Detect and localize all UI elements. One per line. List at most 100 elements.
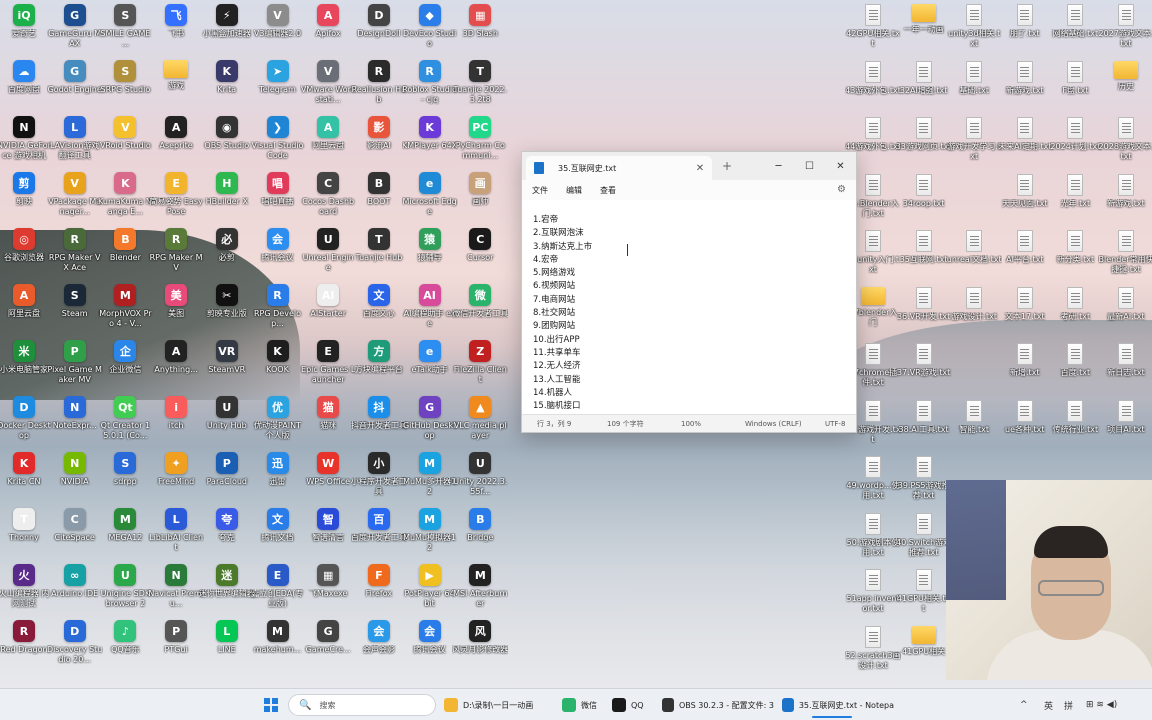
desktop-icon[interactable]: 风风灵月影修改器 xyxy=(452,620,508,676)
desktop-icon[interactable]: 迅迅雷 xyxy=(252,452,304,508)
desktop-icon[interactable]: 会会声会影 xyxy=(353,620,405,676)
menu-view[interactable]: 查看 xyxy=(600,185,616,196)
desktop-icon[interactable]: C Cocos Dashboard xyxy=(302,172,354,228)
desktop-folder[interactable]: 一年一动画 xyxy=(898,4,950,60)
desktop-text-file[interactable]: 未来AI定期.txt xyxy=(998,117,1051,173)
desktop-text-file[interactable]: 39.PS5游戏推荐.txt xyxy=(898,456,950,512)
desktop-icon[interactable]: N NoteExpr... xyxy=(49,396,101,452)
desktop-icon[interactable]: 唱唱吧直播 xyxy=(252,172,304,228)
tab-close-icon[interactable]: ✕ xyxy=(692,163,708,174)
desktop-icon[interactable]: M MSI Afterburner xyxy=(453,564,508,620)
desktop-text-file[interactable]: 考研.txt xyxy=(1049,286,1101,343)
desktop-text-file[interactable]: ue各种.txt xyxy=(999,399,1051,456)
desktop-text-file[interactable]: 最新AI.txt xyxy=(1100,286,1152,343)
desktop-text-file[interactable]: 朋了.txt xyxy=(999,4,1051,60)
tray-ime-english[interactable]: 英 xyxy=(1044,689,1053,720)
tab-document[interactable]: 35.互联网史.txt ✕ xyxy=(526,156,712,180)
start-button-windows-icon[interactable] xyxy=(264,698,278,712)
desktop-text-file[interactable]: 35互联网.txt xyxy=(898,230,950,286)
desktop-text-file[interactable]: 基础.txt xyxy=(948,60,1000,117)
desktop-text-file[interactable]: 光年.txt xyxy=(1049,173,1101,230)
desktop-icon[interactable]: K Krita xyxy=(201,60,253,116)
desktop-icon[interactable]: i itch xyxy=(150,396,202,452)
desktop-icon[interactable]: 会腾讯会议 xyxy=(252,228,304,284)
desktop-text-file[interactable]: 36.VR开发.txt xyxy=(897,286,950,343)
desktop-icon[interactable]: T Tuanjie Hub xyxy=(353,228,405,284)
desktop-icon[interactable]: D Discovery Studio 20... xyxy=(47,620,102,676)
desktop-icon[interactable]: 迷迷你世界编辑器 xyxy=(199,564,255,620)
notepad-window[interactable]: 35.互联网史.txt ✕ + ─ ☐ ✕ 文件 编辑 查看 ⚙ 1.宕帝 2.互… xyxy=(521,151,857,433)
desktop-text-file[interactable]: 新游戏.txt xyxy=(1100,173,1152,230)
desktop-text-file[interactable]: 37.VR游戏.txt xyxy=(897,343,950,399)
desktop-text-file[interactable]: 49.wordp...使用.txt xyxy=(846,456,900,512)
taskbar-app-button[interactable]: QQ xyxy=(612,689,658,720)
desktop-icon[interactable]: 优优动漫PAINT 个人版 xyxy=(252,396,304,452)
desktop-icon[interactable]: ✦ FreeMind xyxy=(150,452,202,508)
desktop-text-file[interactable]: 新增.txt xyxy=(999,343,1051,399)
desktop-icon[interactable]: 文腾讯文档 xyxy=(252,508,304,564)
desktop-icon[interactable]: 火火山编程器 内网测试 xyxy=(0,564,50,620)
desktop-icon[interactable]: AI AIStarter xyxy=(302,284,354,340)
desktop-text-file[interactable]: 游戏开发学习.txt xyxy=(947,117,1001,173)
desktop-text-file[interactable]: 新日志.txt xyxy=(1100,343,1152,399)
minimize-button[interactable]: ─ xyxy=(763,152,794,180)
desktop-icon[interactable]: 微微信开发者工具 xyxy=(452,284,508,340)
desktop-text-file[interactable]: unity3d相关.txt xyxy=(948,4,1000,60)
desktop-icon[interactable]: ✂ 剪映专业版 xyxy=(201,284,253,340)
desktop-icon[interactable]: ▦ 3D Slash xyxy=(454,4,506,60)
desktop-text-file[interactable]: 42GPU相关.txt xyxy=(846,4,900,60)
desktop-icon[interactable]: ▦ 飞Maxexe xyxy=(302,564,354,620)
desktop-icon[interactable]: P ParaCloud xyxy=(201,452,253,508)
taskbar-search-input[interactable]: 🔍 搜索 xyxy=(288,694,436,716)
desktop-icon[interactable]: T Thonny xyxy=(0,508,50,564)
desktop-text-file[interactable]: 智能.txt xyxy=(948,399,1000,456)
desktop-text-file[interactable]: 41GPU相关.txt xyxy=(897,569,950,625)
desktop-icon[interactable]: 会腾讯会议 xyxy=(404,620,456,676)
desktop-icon[interactable]: ☁ 百度网盘 xyxy=(0,60,50,116)
desktop-icon[interactable]: Z FileZilla Client xyxy=(454,340,507,396)
desktop-icon[interactable]: ➤ Telegram xyxy=(252,60,304,116)
desktop-text-file[interactable]: 新分类.txt xyxy=(1049,230,1101,286)
desktop-text-file[interactable]: 百度.txt xyxy=(1049,343,1101,399)
status-encoding[interactable]: UTF-8 xyxy=(825,420,845,428)
desktop-icon[interactable]: ◆ DevEco Studio xyxy=(403,4,456,60)
desktop-icon[interactable]: R Red Dragon xyxy=(0,620,50,676)
desktop-icon[interactable]: N Navicat Premiu... xyxy=(148,564,204,620)
desktop-icon[interactable]: 抖抖音开发者工具 xyxy=(351,396,407,452)
desktop-icon[interactable]: M MorphVOX Pro 4 - V... xyxy=(99,284,152,340)
desktop-icon[interactable]: C Cursor xyxy=(454,228,506,284)
status-line-ending[interactable]: Windows (CRLF) xyxy=(745,420,825,428)
desktop-icon[interactable]: 飞飞书 xyxy=(150,4,202,60)
desktop-icon[interactable]: 必必剪 xyxy=(201,228,253,284)
desktop-icon[interactable]: L LAVision游戏翻译工具 xyxy=(49,116,101,172)
desktop-icon[interactable]: P PTGui xyxy=(150,620,202,676)
desktop-text-file[interactable]: 34roop.txt xyxy=(898,173,950,230)
desktop-icon[interactable]: 米小米电脑管家 xyxy=(0,340,50,396)
desktop-icon[interactable]: ⚡ 小黑盒加速器 xyxy=(201,4,253,60)
desktop-icon[interactable]: 方方块编程平台 xyxy=(353,340,405,396)
desktop-icon[interactable]: ◎ 谷歌浏览器 xyxy=(0,228,50,284)
desktop-icon[interactable]: 小小程序开发者工具 xyxy=(351,452,407,508)
text-editor-area[interactable]: 1.宕帝 2.互联网泡沫 3.纳斯达克上市 4.宏帝 5.网络游戏 6.视频网站 7.电商网… xyxy=(522,200,856,414)
desktop-text-file[interactable]: 2028游戏文本.txt xyxy=(1099,117,1152,173)
desktop-icon[interactable]: T Tuanjie 2022.3.2t8 xyxy=(454,60,507,116)
tray-overflow-chevron[interactable]: ^ xyxy=(1020,689,1028,720)
desktop-text-file[interactable]: 天天见面.txt xyxy=(999,173,1051,230)
desktop-icon[interactable]: K Krita CN xyxy=(0,452,50,508)
desktop-icon[interactable]: R RPG Maker VX Ace xyxy=(49,228,101,284)
desktop-text-file[interactable]: F盘.txt xyxy=(1049,60,1101,117)
desktop-icon[interactable]: S SRPG Studio xyxy=(99,60,151,116)
desktop-icon[interactable]: E 嘉立创EDA(专业版) xyxy=(252,564,304,620)
desktop-icon[interactable]: G GameCre... xyxy=(302,620,354,676)
desktop-icon[interactable]: PC PyCharm Communi... xyxy=(454,116,506,172)
notepad-titlebar[interactable]: 35.互联网史.txt ✕ + ─ ☐ ✕ xyxy=(522,152,856,180)
desktop-icon[interactable]: 猿猿辅导 xyxy=(404,228,456,284)
desktop-icon[interactable]: ∞ Arduino IDE xyxy=(49,564,101,620)
desktop-icon[interactable]: 画画师 xyxy=(454,172,506,228)
desktop-text-file[interactable]: 40.Switch游戏推荐.txt xyxy=(896,512,951,569)
desktop-text-file[interactable]: 32AI增强.txt xyxy=(898,60,950,117)
desktop-icon[interactable]: ❯ Visual Studio Code xyxy=(252,116,304,172)
desktop-icon[interactable]: C CiteSpace xyxy=(49,508,101,564)
desktop-icon[interactable]: A Aseprite xyxy=(150,116,202,172)
desktop-icon[interactable]: V VPackage Manager... xyxy=(48,172,101,228)
